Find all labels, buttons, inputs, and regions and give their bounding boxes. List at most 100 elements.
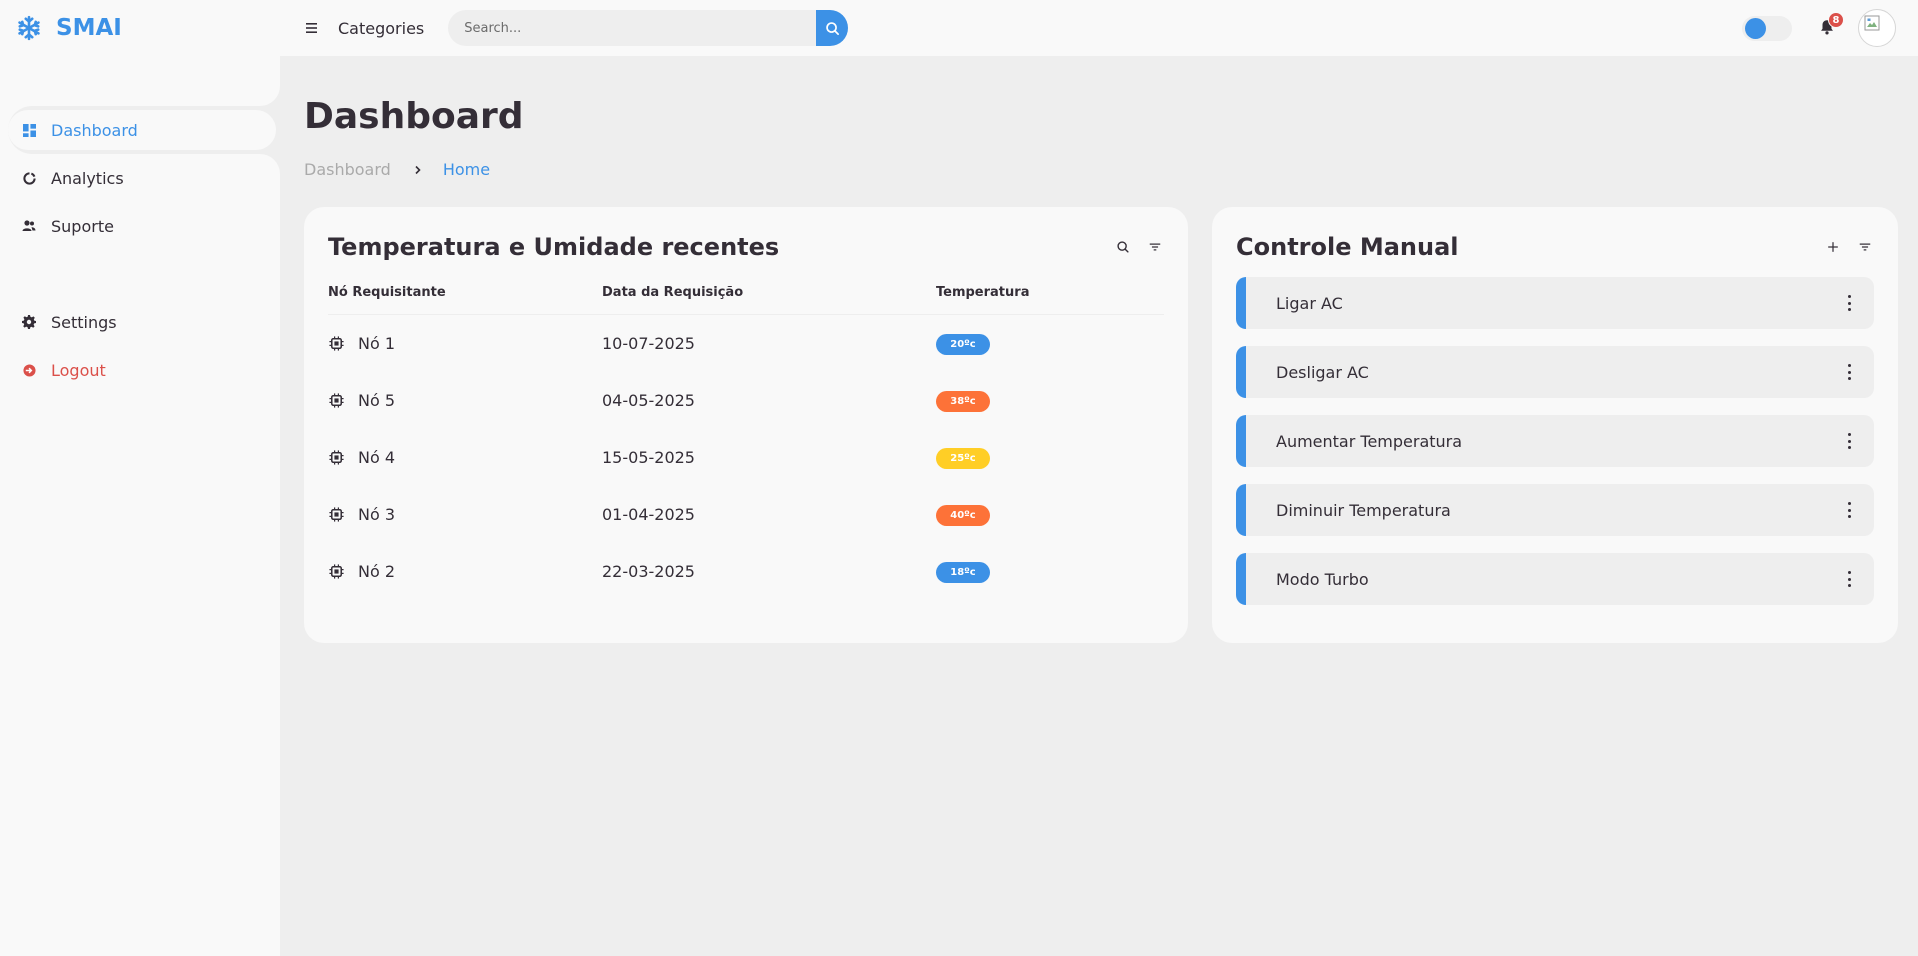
chip-icon [328, 392, 346, 410]
temperature-cell: 20ºc [936, 315, 1164, 373]
breadcrumb-home[interactable]: Home [443, 160, 490, 179]
search-icon[interactable] [1114, 238, 1132, 256]
control-item[interactable]: Ligar AC [1236, 277, 1874, 329]
temperature-badge: 20ºc [936, 334, 990, 355]
date-cell: 15-05-2025 [602, 448, 695, 467]
manual-control-tools [1824, 238, 1874, 256]
more-vertical-icon[interactable] [1846, 295, 1852, 311]
column-header-date: Data da Requisição [602, 277, 936, 315]
menu-icon[interactable] [304, 20, 320, 36]
control-item-label: Diminuir Temperatura [1276, 500, 1451, 520]
control-item[interactable]: Aumentar Temperatura [1236, 415, 1874, 467]
recent-readings-body: Nó 1 10-07-2025 20ºc Nó 5 04-05-2025 38ºc Nó 4… [328, 315, 1164, 601]
theme-switch[interactable] [1742, 16, 1792, 41]
categories-link[interactable]: Categories [338, 19, 424, 38]
sidebar-item-suporte[interactable]: Suporte [8, 202, 280, 250]
control-item-label: Aumentar Temperatura [1276, 431, 1463, 451]
avatar[interactable] [1858, 9, 1896, 47]
sidebar-item-analytics[interactable]: Analytics [8, 154, 280, 202]
node-name: Nó 3 [358, 505, 396, 524]
more-vertical-icon[interactable] [1846, 364, 1852, 380]
users-icon [22, 219, 36, 233]
table-header-row: Nó Requisitante Data da Requisição Tempe… [328, 277, 1164, 315]
table-row[interactable]: Nó 5 04-05-2025 38ºc [328, 372, 1164, 429]
temperature-badge: 18ºc [936, 562, 990, 583]
chip-icon [328, 563, 346, 581]
filter-icon[interactable] [1146, 238, 1164, 256]
pie-chart-icon [22, 171, 36, 185]
sidebar-item-settings[interactable]: Settings [8, 298, 280, 346]
control-item-label: Ligar AC [1276, 293, 1343, 313]
node-cell-inner: Nó 1 [328, 315, 602, 372]
node-cell: Nó 3 [328, 486, 602, 543]
node-name: Nó 1 [358, 334, 396, 353]
sidebar-link-dashboard[interactable]: Dashboard [8, 110, 276, 150]
node-cell-inner: Nó 2 [328, 543, 602, 600]
brand[interactable]: SMAI [0, 0, 280, 56]
table-row[interactable]: Nó 3 01-04-2025 40ºc [328, 486, 1164, 543]
breadcrumb-dashboard[interactable]: Dashboard [304, 160, 391, 179]
recent-readings-tools [1114, 238, 1164, 256]
node-cell: Nó 5 [328, 372, 602, 429]
more-vertical-icon[interactable] [1846, 433, 1852, 449]
sidebar-item-logout[interactable]: Logout [8, 346, 280, 394]
search-form [448, 10, 849, 46]
more-vertical-icon[interactable] [1846, 571, 1852, 587]
temperature-cell: 38ºc [936, 372, 1164, 429]
control-item-label: Modo Turbo [1276, 569, 1369, 589]
temperature-cell: 40ºc [936, 486, 1164, 543]
node-cell: Nó 2 [328, 543, 602, 600]
notification-button[interactable]: 8 [1818, 12, 1844, 38]
search-input[interactable] [448, 10, 817, 46]
date-cell: 22-03-2025 [602, 562, 695, 581]
control-item-label: Desligar AC [1276, 362, 1369, 382]
sidebar-link-settings[interactable]: Settings [8, 302, 276, 342]
table-row[interactable]: Nó 2 22-03-2025 18ºc [328, 543, 1164, 600]
sidebar-link-logout[interactable]: Logout [8, 350, 276, 390]
temperature-cell: 25ºc [936, 429, 1164, 486]
recent-readings-table: Nó Requisitante Data da Requisição Tempe… [328, 277, 1164, 600]
node-cell-inner: Nó 5 [328, 372, 602, 429]
temperature-badge: 40ºc [936, 505, 990, 526]
node-name: Nó 2 [358, 562, 396, 581]
chip-icon [328, 506, 346, 524]
theme-switch-knob [1745, 18, 1766, 39]
column-header-temperature: Temperatura [936, 277, 1164, 315]
recent-readings-title: Temperatura e Umidade recentes [328, 233, 780, 261]
filter-icon[interactable] [1856, 238, 1874, 256]
sidebar-item-label: Dashboard [51, 120, 138, 140]
sidebar-item-label: Settings [51, 312, 117, 332]
column-header-node: Nó Requisitante [328, 277, 602, 315]
sidebar-link-analytics[interactable]: Analytics [8, 158, 276, 198]
date-cell: 04-05-2025 [602, 391, 695, 410]
sidebar-bottom-menu: Settings Logout [0, 298, 280, 394]
control-item[interactable]: Modo Turbo [1236, 553, 1874, 605]
notification-count-badge: 8 [1828, 12, 1844, 28]
control-item[interactable]: Desligar AC [1236, 346, 1874, 398]
logout-icon [22, 363, 36, 377]
sidebar-item-label: Suporte [51, 216, 114, 236]
sidebar-item-label: Logout [51, 360, 106, 380]
manual-control-header: Controle Manual [1236, 231, 1874, 263]
table-row[interactable]: Nó 4 15-05-2025 25ºc [328, 429, 1164, 486]
node-name: Nó 5 [358, 391, 396, 410]
recent-readings-header: Temperatura e Umidade recentes [328, 231, 1164, 263]
node-cell: Nó 4 [328, 429, 602, 486]
node-cell-inner: Nó 4 [328, 429, 602, 486]
top-navbar: Categories 8 [280, 0, 1918, 56]
temperature-badge: 25ºc [936, 448, 990, 469]
chip-icon [328, 335, 346, 353]
sidebar-link-suporte[interactable]: Suporte [8, 206, 276, 246]
breadcrumb: Dashboard Home [304, 160, 490, 179]
table-row[interactable]: Nó 1 10-07-2025 20ºc [328, 315, 1164, 373]
node-name: Nó 4 [358, 448, 396, 467]
sidebar-item-dashboard[interactable]: Dashboard [8, 106, 280, 154]
node-cell-inner: Nó 3 [328, 486, 602, 543]
dashboard-icon [22, 123, 36, 137]
sidebar: SMAI Dashboard Analytics Suporte Setting… [0, 0, 280, 956]
more-vertical-icon[interactable] [1846, 502, 1852, 518]
control-item[interactable]: Diminuir Temperatura [1236, 484, 1874, 536]
search-button[interactable] [816, 10, 849, 46]
plus-icon[interactable] [1824, 238, 1842, 256]
sidebar-menu: Dashboard Analytics Suporte [0, 106, 280, 250]
